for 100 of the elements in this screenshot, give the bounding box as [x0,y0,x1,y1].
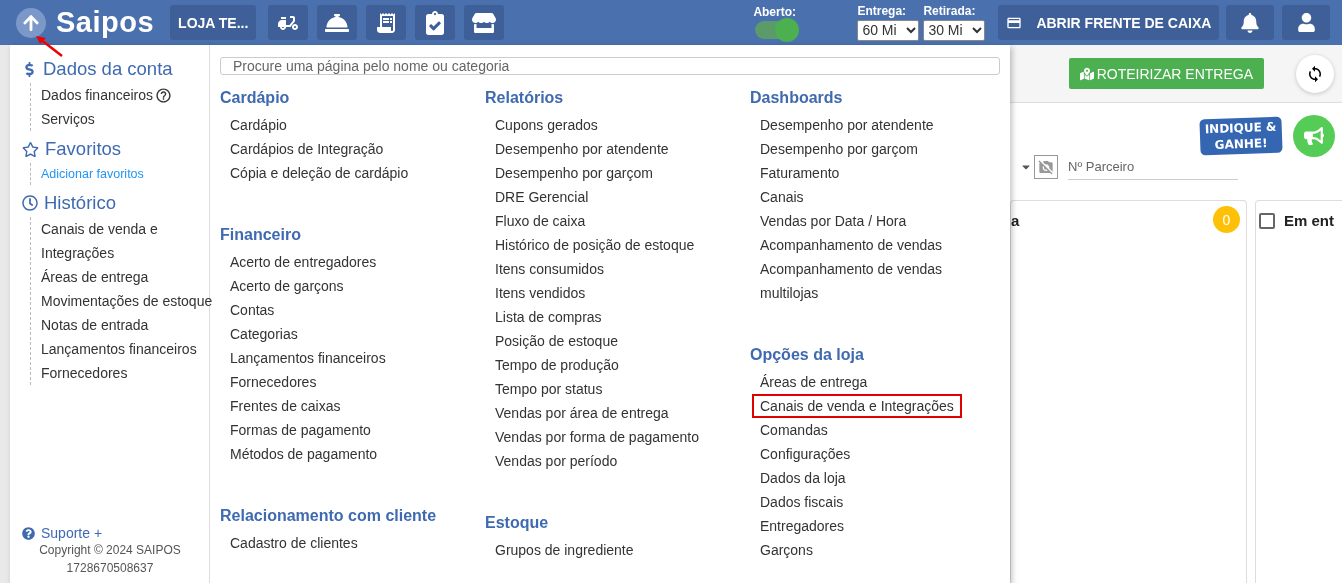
store-icon [472,10,497,35]
shortcut-button[interactable] [415,5,456,40]
highlighted-menu-item[interactable]: Canais de venda e Integrações [752,394,962,418]
menu-item[interactable]: Entregadores [752,514,853,538]
menu-item[interactable]: Métodos de pagamento [222,442,386,466]
menu-item[interactable]: Desempenho por atendente [487,137,677,161]
back-to-top-button[interactable] [16,7,46,38]
open-label: Aberto: [753,6,797,19]
shortcut-button[interactable] [317,5,358,40]
category-title: Financeiro [220,225,301,245]
user-icon [1296,13,1316,32]
time-select[interactable]: 30 Mi [923,19,986,41]
category-title: Cardápio [220,88,290,108]
sidebar-item[interactable]: Dados financeiros [41,83,154,107]
menu-item[interactable]: Vendas por forma de pagamento [487,425,707,449]
category-title: Relacionamento com cliente [220,506,437,526]
chevron-down-icon [972,26,983,34]
menu-item[interactable]: Vendas por Data / Hora [752,209,915,233]
clock-icon [22,195,38,211]
menu-item[interactable]: Lançamentos financeiros [222,346,394,370]
menu-item[interactable]: Lista de compras [487,305,610,329]
star-icon [22,140,39,158]
profile-button[interactable] [1282,5,1331,40]
section-title: Histórico [44,192,116,214]
menu-item[interactable]: Acompanhamento de vendas multilojas [752,257,972,305]
open-cashier-button[interactable]: ABRIR FRENTE DE CAIXA [998,5,1220,40]
menu-item[interactable]: Cardápio [222,113,295,137]
menu-item[interactable]: Desempenho por atendente [752,113,942,137]
store-button[interactable]: LOJA TE... [170,5,257,40]
menu-item[interactable]: Áreas de entrega [752,370,876,394]
menu-item[interactable]: Histórico de posição de estoque [487,233,703,257]
menu-item[interactable]: Dados fiscais [752,490,852,514]
count-badge: 0 [1213,206,1240,233]
help-icon [22,526,35,540]
menu-item[interactable]: Posição de estoque [487,329,626,353]
menu-item[interactable]: Itens consumidos [487,257,612,281]
menu-item[interactable]: Cópia e deleção de cardápio [222,161,417,185]
menu-item[interactable]: Fluxo de caixa [487,209,594,233]
open-toggle[interactable] [755,21,798,39]
menu-item[interactable]: Frentes de caixas [222,394,349,418]
menu-item[interactable]: DRE Gerencial [487,185,597,209]
category-title: Opções da loja [750,345,864,365]
menu-item[interactable]: Garçons [752,538,821,562]
shortcut-button[interactable] [464,5,505,40]
time-select[interactable]: 60 Mi [857,19,920,41]
map-icon [1079,66,1094,81]
menu-item[interactable]: Cupons gerados [487,113,606,137]
sidebar-item[interactable]: Fornecedores [41,361,128,385]
sidebar-item[interactable]: Canais de venda e Integrações [41,217,221,265]
support-link[interactable]: Suporte + [22,525,103,541]
menu-item[interactable]: Formas de pagamento [222,418,379,442]
category-title: Dashboards [750,88,843,108]
sidebar-item[interactable]: Lançamentos financeiros [41,337,197,361]
menu-item[interactable]: Faturamento [752,161,848,185]
menu-item[interactable]: Tempo de produção [487,353,627,377]
menu-item[interactable]: Tempo por status [487,377,611,401]
menu-item[interactable]: Acerto de garçons [222,274,352,298]
menu-item[interactable]: Cadastro de clientes [222,531,366,555]
menu-item[interactable]: Contas [222,298,283,322]
refresh-icon [1306,64,1324,83]
menu-item[interactable]: Dados da loja [752,466,854,490]
menu-item[interactable]: Vendas por período [487,449,626,473]
menu-item[interactable]: Desempenho por garçom [487,161,661,185]
menu-item[interactable]: Itens vendidos [487,281,594,305]
notifications-button[interactable] [1226,5,1275,40]
section-title: Favoritos [45,138,122,160]
copyright-text: Copyright © 2024 SAIPOS [39,542,181,559]
sidebar-item[interactable]: Movimentações de estoque [41,289,213,313]
menu-item[interactable]: Acerto de entregadores [222,250,385,274]
menu-item[interactable]: Configurações [752,442,859,466]
build-number: 1728670508637 [66,560,154,577]
category-title: Estoque [485,513,549,533]
shortcut-button[interactable] [268,5,309,40]
menu-item[interactable]: Fornecedores [222,370,325,394]
menu-item[interactable]: Cardápios de Integração [222,137,392,161]
select-label: Retirada: [923,4,976,18]
megaphone-icon [1304,126,1324,146]
sidebar-item[interactable]: Notas de entrada [41,313,149,337]
checkbox[interactable] [1259,212,1275,229]
sidebar-item[interactable]: Áreas de entrega [41,265,149,289]
refresh-button[interactable] [1296,54,1334,93]
menu-item[interactable]: Desempenho por garçom [752,137,926,161]
column-title: a [1011,212,1020,229]
menu-item[interactable]: Acompanhamento de vendas [752,233,951,257]
category-title: Relatórios [485,88,564,108]
menu-item[interactable]: Categorias [222,322,306,346]
menu-item[interactable]: Canais [752,185,812,209]
shortcut-button[interactable] [366,5,407,40]
menu-item[interactable]: Grupos de ingrediente [487,538,642,562]
sidebar-item[interactable]: Serviços [41,107,95,131]
menu-item[interactable]: Vendas por área de entrega [487,401,677,425]
no-photo-icon [1034,155,1058,179]
chevron-down-icon [906,26,917,34]
bell-icon [1240,12,1261,33]
menu-item[interactable]: Comandas [752,418,836,442]
help-icon[interactable] [155,86,173,104]
referral-badge[interactable]: INDIQUE & GANHE! [1199,116,1283,156]
column-title: Em ent [1284,212,1334,229]
arrow-up-icon [22,13,40,32]
search-field[interactable]: Procure uma página pelo nome ou categoria [220,57,1000,75]
